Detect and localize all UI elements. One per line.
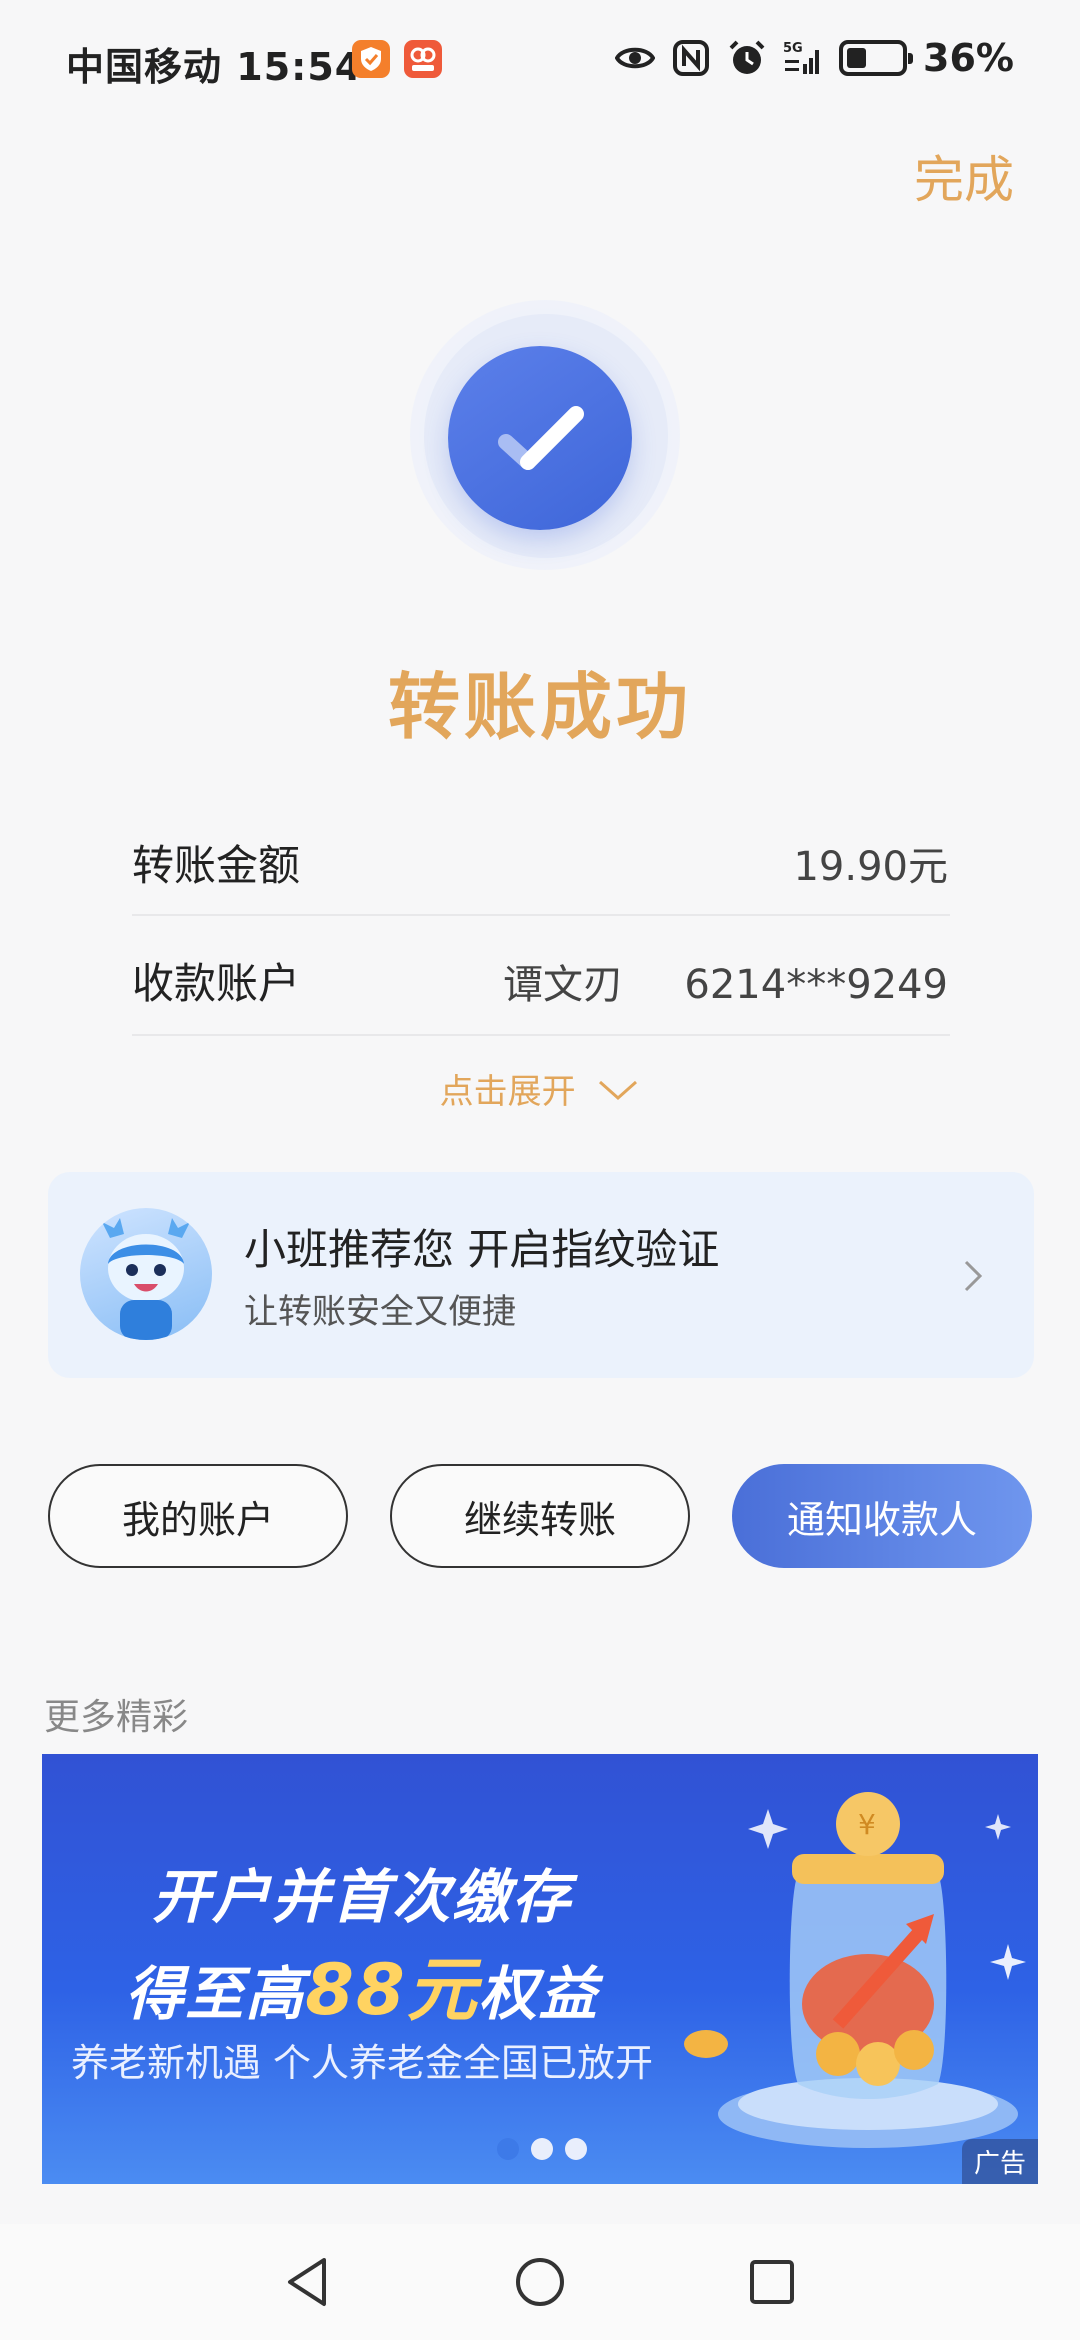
carousel-dot[interactable]	[565, 2138, 587, 2160]
status-carrier-time: 中国移动 15:54	[66, 36, 362, 91]
recommend-title: 小班推荐您 开启指纹验证	[244, 1225, 720, 1274]
account-label: 收款账户	[132, 959, 301, 1008]
banner-offer-prefix: 得至高	[125, 1960, 306, 2028]
banner-offer-suffix: 权益	[478, 1960, 599, 2028]
carousel-dot[interactable]	[497, 2138, 519, 2160]
recents-square-icon[interactable]	[740, 2250, 804, 2314]
back-triangle-icon[interactable]	[276, 2250, 340, 2314]
checkmark-icon	[448, 346, 632, 530]
amount-label: 转账金额	[132, 841, 301, 890]
mascot-avatar	[80, 1208, 212, 1340]
divider	[132, 1034, 950, 1036]
done-button[interactable]: 完成	[914, 140, 1014, 212]
notify-payee-button[interactable]: 通知收款人	[732, 1464, 1032, 1568]
promo-banner[interactable]: 开户并首次缴存 得至高88元权益 养老新机遇 个人养老金全国已放开 ¥ 广告	[42, 1754, 1038, 2184]
status-icons: 5G 36%	[615, 34, 1014, 82]
recommend-subtitle: 让转账安全又便捷	[244, 1292, 516, 1332]
shield-app-icon	[352, 40, 390, 78]
banner-headline: 开户并首次缴存	[151, 1863, 572, 1931]
carousel-dot[interactable]	[531, 2138, 553, 2160]
banner-offer: 得至高88元权益	[42, 1934, 682, 2035]
account-name: 谭文刃	[502, 962, 623, 1008]
my-account-button[interactable]: 我的账户	[48, 1464, 348, 1568]
clock: 15:54	[236, 45, 363, 89]
divider	[132, 914, 950, 916]
savings-jar-icon: ¥	[684, 1792, 1026, 2148]
banner-offer-amount: 88元	[305, 1949, 479, 2031]
expand-details-button[interactable]: 点击展开	[0, 1064, 1080, 1113]
account-value: 谭文刃 6214***9249	[503, 952, 948, 1010]
carrier-name: 中国移动	[66, 45, 223, 89]
chevron-down-icon	[599, 1080, 638, 1100]
chevron-right-icon	[964, 1260, 983, 1292]
battery-icon	[839, 40, 914, 76]
account-number: 6214***9249	[684, 962, 948, 1008]
carousel-dots[interactable]	[497, 2138, 587, 2160]
svg-text:5G: 5G	[783, 41, 803, 56]
amount-value: 19.90元	[793, 844, 948, 890]
alarm-icon	[729, 40, 765, 74]
nfc-icon	[673, 40, 710, 76]
expand-label: 点击展开	[439, 1072, 576, 1112]
ad-tag: 广告	[961, 2139, 1038, 2184]
home-circle-icon[interactable]	[508, 2250, 572, 2314]
battery-percent: 36%	[923, 36, 1014, 80]
signal-icon: 5G	[783, 41, 820, 74]
coin-symbol: ¥	[858, 1808, 876, 1841]
banner-subline: 养老新机遇 个人养老金全国已放开	[70, 2041, 654, 2085]
eye-icon	[615, 47, 656, 69]
more-section-label: 更多精彩	[44, 1697, 189, 1738]
continue-transfer-button[interactable]: 继续转账	[390, 1464, 690, 1568]
app-notification-icon	[404, 40, 442, 78]
success-title: 转账成功	[387, 665, 692, 749]
